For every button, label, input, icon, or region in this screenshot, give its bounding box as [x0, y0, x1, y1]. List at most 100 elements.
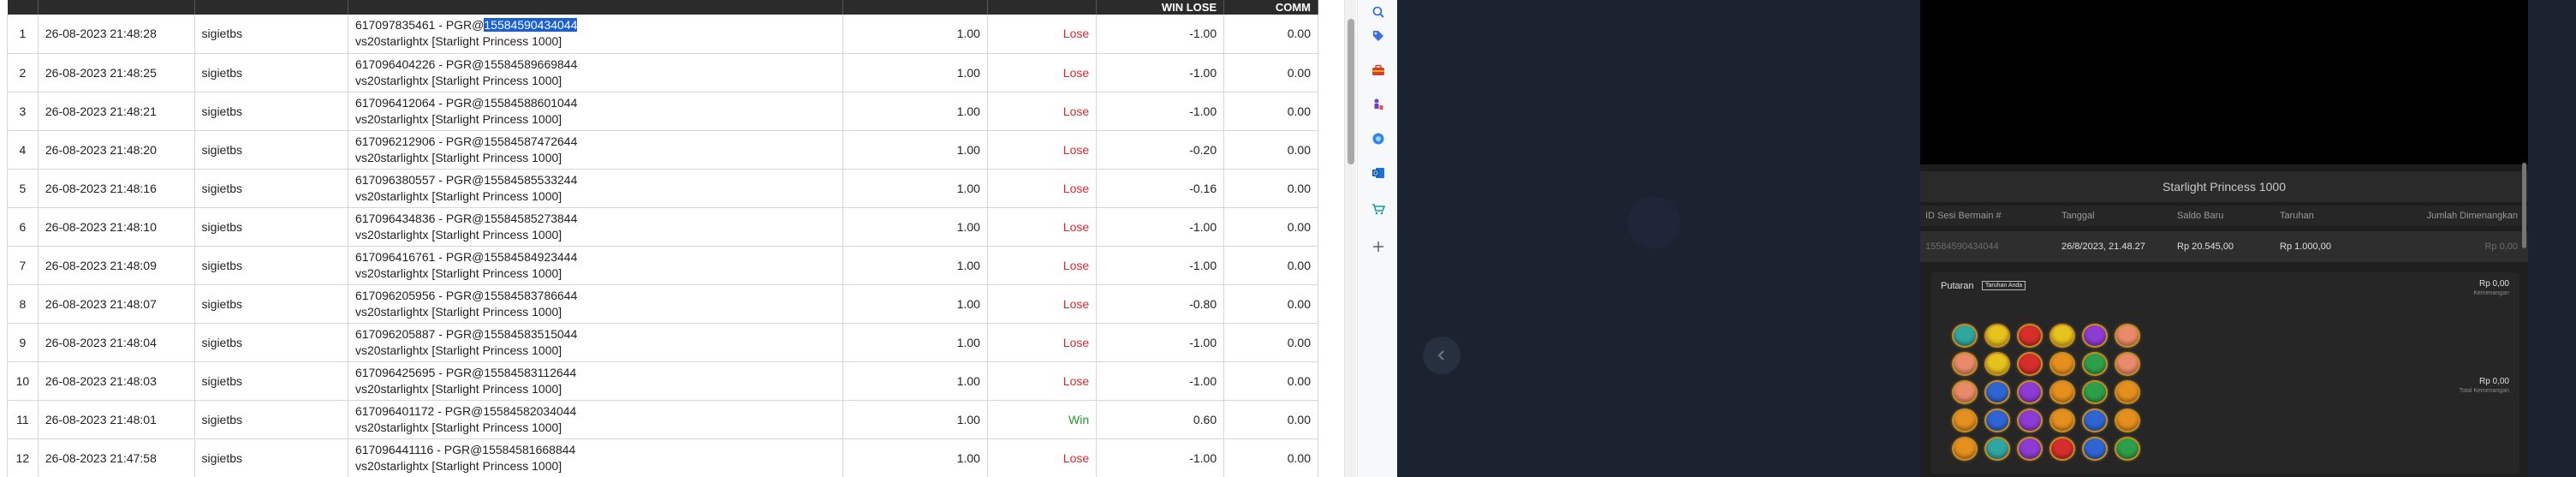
game-title: Starlight Princess 1000 [1920, 171, 2528, 202]
table-row[interactable]: 8 26-08-2023 21:48:07 sigietbs 617096205956… [7, 284, 1318, 324]
row-detail: 617097835461 - PGR@15584590434044 vs20sta… [348, 15, 844, 54]
row-detail: 617096416761 - PGR@15584584923444 vs20sta… [348, 246, 844, 285]
gem-symbol-icon [2115, 408, 2140, 432]
bet-id-text: 617096401172 - PGR@15584582034044 [354, 403, 577, 418]
row-bet-id[interactable]: 617096212906 - PGR@15584587472644 [355, 134, 836, 150]
row-number: 1 [7, 15, 39, 54]
header-detail [348, 0, 844, 15]
row-result: Lose [987, 15, 1098, 54]
briefcase-icon[interactable] [1370, 62, 1387, 79]
col-bet: Taruhan [2280, 211, 2314, 221]
search-icon[interactable] [1370, 3, 1387, 21]
header-user [194, 0, 348, 15]
row-stake: 1.00 [842, 53, 988, 92]
row-comm: 0.00 [1223, 169, 1318, 208]
session-id-value: 15584590434044 [1925, 241, 1999, 252]
row-bet-id[interactable]: 617096425695 - PGR@15584583112644 [355, 365, 836, 381]
detail-scrollbar[interactable] [2522, 163, 2526, 248]
table-row[interactable]: 5 26-08-2023 21:48:16 sigietbs 617096380557… [7, 169, 1318, 208]
row-detail: 617096205956 - PGR@15584583786644 vs20sta… [348, 284, 844, 324]
chess-icon[interactable] [1370, 96, 1387, 113]
row-result: Lose [987, 169, 1098, 208]
spin-label: Putaran [1941, 281, 1974, 291]
row-comm: 0.00 [1223, 53, 1318, 92]
gem-symbol-icon [2082, 323, 2108, 348]
svg-text:O: O [1373, 171, 1378, 177]
bet-value: Rp 1.000,00 [2280, 241, 2331, 252]
row-bet-id[interactable]: 617096434836 - PGR@15584585273844 [355, 211, 836, 227]
gem-symbol-icon [2049, 379, 2075, 404]
row-number: 3 [7, 92, 39, 131]
row-game-name: vs20starlightx [Starlight Princess 1000] [354, 188, 562, 203]
row-bet-id[interactable]: 617096205887 - PGR@15584583515044 [355, 326, 836, 343]
row-detail: 617096434836 - PGR@15584585273844 vs20sta… [348, 207, 844, 247]
row-stake: 1.00 [842, 323, 988, 362]
row-bet-id[interactable]: 617096380557 - PGR@15584585533244 [355, 172, 836, 188]
table-row[interactable]: 12 26-08-2023 21:47:58 sigietbs 61709644111… [7, 438, 1318, 477]
row-win-lose: -1.00 [1096, 323, 1225, 362]
row-date: 26-08-2023 21:47:58 [38, 438, 195, 477]
row-result: Lose [987, 323, 1098, 362]
row-number: 6 [7, 207, 39, 247]
table-row[interactable]: 11 26-08-2023 21:48:01 sigietbs 61709640117… [7, 400, 1318, 439]
row-bet-id[interactable]: 617096416761 - PGR@15584584923444 [355, 249, 836, 265]
shopping-cart-icon[interactable] [1370, 200, 1387, 218]
row-date: 26-08-2023 21:48:20 [38, 130, 195, 170]
row-user: sigietbs [194, 284, 348, 324]
row-stake: 1.00 [842, 92, 988, 131]
row-number: 12 [7, 438, 39, 477]
row-number: 4 [7, 130, 39, 170]
row-bet-id[interactable]: 617096441116 - PGR@15584581668844 [355, 442, 836, 458]
gem-symbol-icon [2017, 323, 2043, 348]
table-row[interactable]: 1 26-08-2023 21:48:28 sigietbs 617097835461… [7, 15, 1318, 54]
bet-id-text: 617096205887 - PGR@15584583515044 [354, 326, 578, 341]
row-detail: 617096412064 - PGR@15584588601044 vs20sta… [348, 92, 844, 131]
total-win: Rp 0,00 Total Kemenangan [2460, 377, 2509, 394]
game-detail-row[interactable]: 15584590434044 26/8/2023, 21.48.27 Rp 20… [1920, 231, 2528, 262]
row-bet-id[interactable]: 617096401172 - PGR@15584582034044 [355, 403, 836, 420]
table-row[interactable]: 9 26-08-2023 21:48:04 sigietbs 617096205887… [7, 323, 1318, 362]
table-row[interactable]: 7 26-08-2023 21:48:09 sigietbs 617096416761… [7, 246, 1318, 285]
outlook-icon[interactable]: O [1370, 164, 1387, 182]
slot-symbol-grid [1949, 322, 2143, 462]
bet-id-text: 617096425695 - PGR@15584583112644 [354, 365, 577, 379]
row-date: 26-08-2023 21:48:21 [38, 92, 195, 131]
table-row[interactable]: 6 26-08-2023 21:48:10 sigietbs 617096434836… [7, 207, 1318, 247]
row-stake: 1.00 [842, 246, 988, 285]
table-row[interactable]: 10 26-08-2023 21:48:03 sigietbs 61709642569… [7, 361, 1318, 401]
row-user: sigietbs [194, 92, 348, 131]
row-comm: 0.00 [1223, 438, 1318, 477]
row-user: sigietbs [194, 246, 348, 285]
browser-side-panel: O [1357, 0, 1397, 477]
bet-id-text: 617096380557 - PGR@15584585533244 [354, 172, 578, 187]
spin-win-amount: Rp 0,00 [2478, 279, 2509, 289]
row-user: sigietbs [194, 53, 348, 92]
previous-arrow-button[interactable] [1423, 337, 1461, 374]
add-icon[interactable] [1370, 238, 1387, 255]
table-scrollbar[interactable] [1344, 0, 1356, 477]
table-row[interactable]: 4 26-08-2023 21:48:20 sigietbs 617096212906… [7, 130, 1318, 170]
header-no [7, 0, 39, 15]
table-row[interactable]: 3 26-08-2023 21:48:21 sigietbs 617096412064… [7, 92, 1318, 131]
row-detail: 617096401172 - PGR@15584582034044 vs20sta… [348, 400, 844, 439]
date-value: 26/8/2023, 21.48.27 [2061, 241, 2145, 252]
row-comm: 0.00 [1223, 323, 1318, 362]
total-win-label: Total Kemenangan [2459, 388, 2509, 394]
gem-symbol-icon [2115, 436, 2140, 461]
table-row[interactable]: 2 26-08-2023 21:48:25 sigietbs 617096404226… [7, 53, 1318, 92]
your-bet-badge: Taruhan Anda [1982, 281, 2026, 290]
row-comm: 0.00 [1223, 130, 1318, 170]
bet-history-table: WIN LOSE COMM 1 26-08-2023 21:48:28 sigiet… [7, 0, 1318, 477]
row-detail: 617096404226 - PGR@15584589669844 vs20sta… [348, 53, 844, 92]
gem-symbol-icon [2017, 436, 2043, 461]
row-bet-id[interactable]: 617096404226 - PGR@15584589669844 [355, 57, 836, 73]
copilot-icon[interactable] [1370, 130, 1387, 147]
row-comm: 0.00 [1223, 284, 1318, 324]
tag-icon[interactable] [1370, 27, 1387, 45]
row-bet-id[interactable]: 617097835461 - PGR@15584590434044 [355, 17, 836, 33]
row-stake: 1.00 [842, 130, 988, 170]
row-bet-id[interactable]: 617096205956 - PGR@15584583786644 [355, 288, 836, 304]
row-bet-id[interactable]: 617096412064 - PGR@15584588601044 [355, 95, 836, 111]
scrollbar-thumb[interactable] [1347, 19, 1354, 164]
col-balance: Saldo Baru [2177, 211, 2224, 221]
